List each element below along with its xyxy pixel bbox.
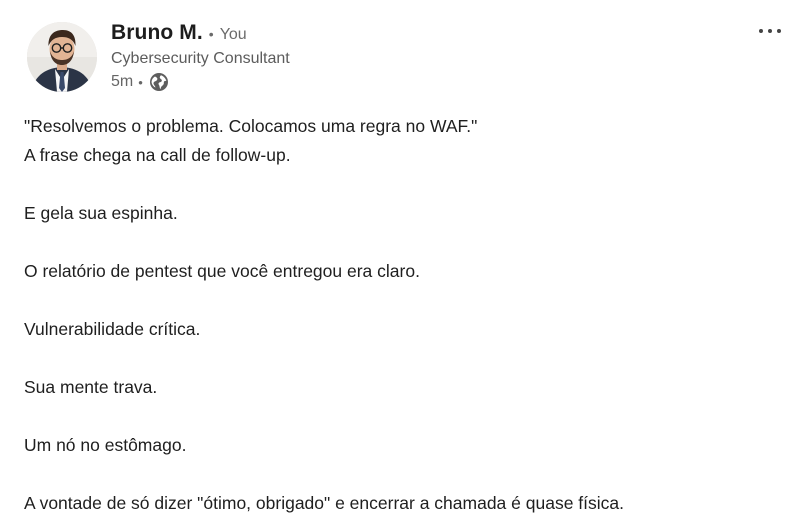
author-headline: Cybersecurity Consultant xyxy=(111,50,290,67)
more-options-button[interactable] xyxy=(756,20,784,42)
author-row: Bruno M. • You xyxy=(111,21,247,45)
post-line: Vulnerabilidade crítica. xyxy=(24,319,201,339)
more-options-icon xyxy=(759,29,763,33)
post-card: Bruno M. • You Cybersecurity Consultant … xyxy=(0,0,800,522)
post-line: O relatório de pentest que você entregou… xyxy=(24,261,420,281)
author-name[interactable]: Bruno M. xyxy=(111,21,203,45)
post-line: A frase chega na call de follow-up. xyxy=(24,145,291,165)
post-line: A vontade de só dizer "ótimo, obrigado" … xyxy=(24,493,624,513)
post-line: Sua mente trava. xyxy=(24,377,158,397)
avatar[interactable] xyxy=(27,22,97,92)
meta-separator: • xyxy=(138,74,143,90)
globe-icon xyxy=(149,72,169,92)
name-separator: • xyxy=(208,26,214,42)
author-relation: You xyxy=(219,26,247,43)
post-line: "Resolvemos o problema. Colocamos uma re… xyxy=(24,116,478,136)
post-line: E gela sua espinha. xyxy=(24,203,178,223)
avatar-photo xyxy=(27,22,97,92)
post-line: Um nó no estômago. xyxy=(24,435,187,455)
post-time: 5m xyxy=(111,73,134,90)
post-body: "Resolvemos o problema. Colocamos uma re… xyxy=(24,112,784,518)
post-meta: 5m • xyxy=(111,72,169,92)
